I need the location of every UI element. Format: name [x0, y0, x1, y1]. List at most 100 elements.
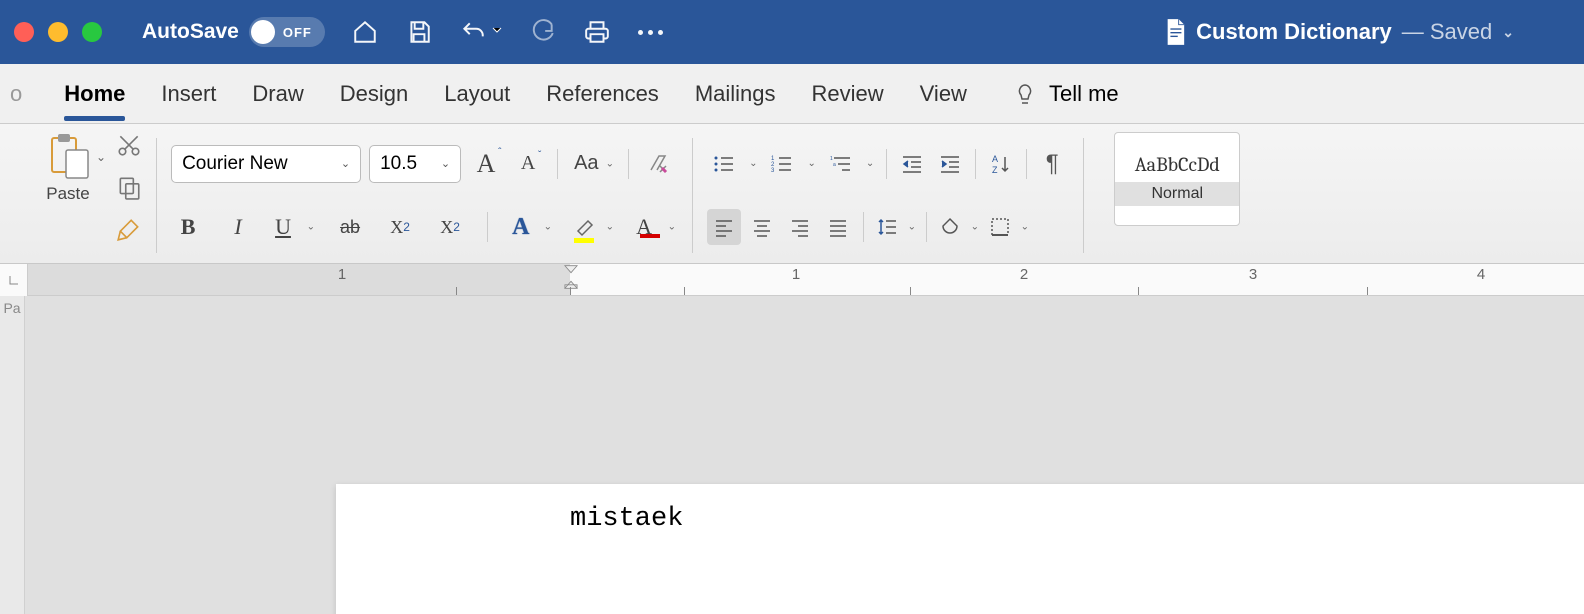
superscript-button[interactable]: X2 — [433, 209, 467, 245]
tab-references[interactable]: References — [546, 81, 659, 107]
tell-me-search[interactable]: Tell me — [1013, 81, 1119, 107]
decrease-indent-button[interactable] — [895, 146, 929, 182]
ribbon-toolbar: Paste ⌄ Courier New⌄ 10.5⌄ Aˆ Aˇ Aa⌄ — [0, 124, 1584, 264]
style-name-label: Normal — [1115, 182, 1239, 206]
document-title: Custom Dictionary — [1196, 19, 1392, 45]
ruler-area: 1 1 2 3 4 — [0, 264, 1584, 296]
underline-button[interactable]: U⌄ — [271, 209, 317, 245]
align-left-button[interactable] — [707, 209, 741, 245]
increase-indent-button[interactable] — [933, 146, 967, 182]
decrease-font-size-button[interactable]: Aˇ — [511, 146, 545, 182]
tab-view[interactable]: View — [920, 81, 967, 107]
toggle-knob — [251, 20, 275, 44]
svg-text:Z: Z — [992, 165, 998, 175]
paragraph-group: ⌄ 123⌄ 1a⌄ AZ ¶ ⌄ ⌄ ⌄ — [693, 132, 1083, 259]
style-preview-text: AaBbCcDd — [1135, 153, 1220, 176]
navigation-pane-fragment: Pa — [0, 296, 25, 614]
tab-insert[interactable]: Insert — [161, 81, 216, 107]
autosave-control[interactable]: AutoSave OFF — [142, 17, 325, 47]
document-page[interactable]: mistaek — [336, 484, 1584, 614]
paste-label: Paste — [46, 184, 89, 204]
tab-home[interactable]: Home — [64, 81, 125, 107]
borders-button[interactable]: ⌄ — [985, 209, 1031, 245]
strikethrough-button[interactable]: ab — [333, 209, 367, 245]
close-window-button[interactable] — [14, 22, 34, 42]
ruler-left-margin — [28, 264, 570, 295]
line-spacing-button[interactable]: ⌄ — [872, 209, 918, 245]
tab-selector[interactable] — [0, 264, 28, 296]
align-center-button[interactable] — [745, 209, 779, 245]
style-normal[interactable]: AaBbCcDd Normal — [1114, 132, 1240, 226]
ruler-number: 2 — [1020, 266, 1028, 283]
tab-design[interactable]: Design — [340, 81, 408, 107]
sort-button[interactable]: AZ — [984, 146, 1018, 182]
save-icon[interactable] — [405, 18, 433, 46]
lightbulb-icon — [1013, 82, 1037, 106]
ruler-number: 1 — [792, 266, 800, 283]
ruler-number: 1 — [338, 266, 346, 283]
ribbon-tabs: o Home Insert Draw Design Layout Referen… — [0, 64, 1584, 124]
paste-button[interactable]: Paste — [44, 132, 92, 204]
document-title-area[interactable]: Custom Dictionary — Saved ⌄ — [1164, 18, 1514, 46]
font-color-button[interactable]: A⌄ — [632, 209, 678, 245]
svg-text:3: 3 — [771, 168, 775, 174]
quick-access-toolbar — [351, 18, 665, 46]
italic-button[interactable]: I — [221, 209, 255, 245]
highlight-button[interactable]: ⌄ — [570, 209, 616, 245]
font-name-selector[interactable]: Courier New⌄ — [171, 145, 361, 183]
font-group: Courier New⌄ 10.5⌄ Aˆ Aˇ Aa⌄ B I U⌄ ab X… — [157, 132, 692, 259]
align-right-button[interactable] — [783, 209, 817, 245]
subscript-button[interactable]: X2 — [383, 209, 417, 245]
maximize-window-button[interactable] — [82, 22, 102, 42]
minimize-window-button[interactable] — [48, 22, 68, 42]
justify-button[interactable] — [821, 209, 855, 245]
clipboard-icon — [44, 132, 92, 180]
indent-marker[interactable] — [562, 264, 580, 295]
title-dropdown-icon[interactable]: ⌄ — [1502, 24, 1514, 41]
font-size-selector[interactable]: 10.5⌄ — [369, 145, 461, 183]
svg-text:a: a — [833, 162, 836, 168]
undo-icon[interactable] — [459, 18, 487, 46]
undo-dropdown-icon[interactable] — [491, 23, 503, 41]
tab-layout[interactable]: Layout — [444, 81, 510, 107]
ruler-number: 4 — [1477, 266, 1485, 283]
document-icon — [1164, 18, 1186, 46]
paste-dropdown-icon[interactable]: ⌄ — [96, 150, 106, 164]
font-size-value: 10.5 — [380, 153, 417, 175]
show-paragraph-marks-button[interactable]: ¶ — [1035, 146, 1069, 182]
multilevel-list-button[interactable]: 1a — [824, 146, 858, 182]
clear-formatting-button[interactable] — [641, 146, 675, 182]
redo-icon[interactable] — [529, 18, 557, 46]
clipboard-group: Paste ⌄ — [30, 132, 156, 259]
window-controls — [14, 22, 102, 42]
font-name-value: Courier New — [182, 153, 288, 175]
more-icon[interactable] — [637, 18, 665, 46]
bold-button[interactable]: B — [171, 209, 205, 245]
numbered-list-button[interactable]: 123 — [765, 146, 799, 182]
styles-group: AaBbCcDd Normal — [1084, 132, 1254, 259]
bullet-list-button[interactable] — [707, 146, 741, 182]
tab-mailings[interactable]: Mailings — [695, 81, 776, 107]
cut-icon[interactable] — [116, 132, 142, 158]
tell-me-label: Tell me — [1049, 81, 1119, 107]
document-body-text[interactable]: mistaek — [570, 504, 683, 534]
print-icon[interactable] — [583, 18, 611, 46]
copy-icon[interactable] — [116, 174, 142, 200]
autosave-toggle[interactable]: OFF — [249, 17, 325, 47]
autosave-state: OFF — [283, 25, 312, 40]
home-icon[interactable] — [351, 18, 379, 46]
increase-font-size-button[interactable]: Aˆ — [469, 146, 503, 182]
shading-button[interactable]: ⌄ — [935, 209, 981, 245]
partial-tab: o — [10, 81, 22, 107]
save-status: — Saved — [1402, 19, 1493, 45]
autosave-label: AutoSave — [142, 20, 239, 44]
title-bar: AutoSave OFF Custom Dictionary — Saved ⌄ — [0, 0, 1584, 64]
change-case-button[interactable]: Aa⌄ — [570, 146, 616, 182]
format-painter-icon[interactable] — [116, 216, 142, 242]
tab-review[interactable]: Review — [812, 81, 884, 107]
tab-draw[interactable]: Draw — [252, 81, 303, 107]
text-effects-button[interactable]: A⌄ — [508, 209, 554, 245]
svg-text:A: A — [992, 154, 998, 164]
horizontal-ruler[interactable]: 1 1 2 3 4 — [28, 264, 1584, 296]
ruler-number: 3 — [1249, 266, 1257, 283]
